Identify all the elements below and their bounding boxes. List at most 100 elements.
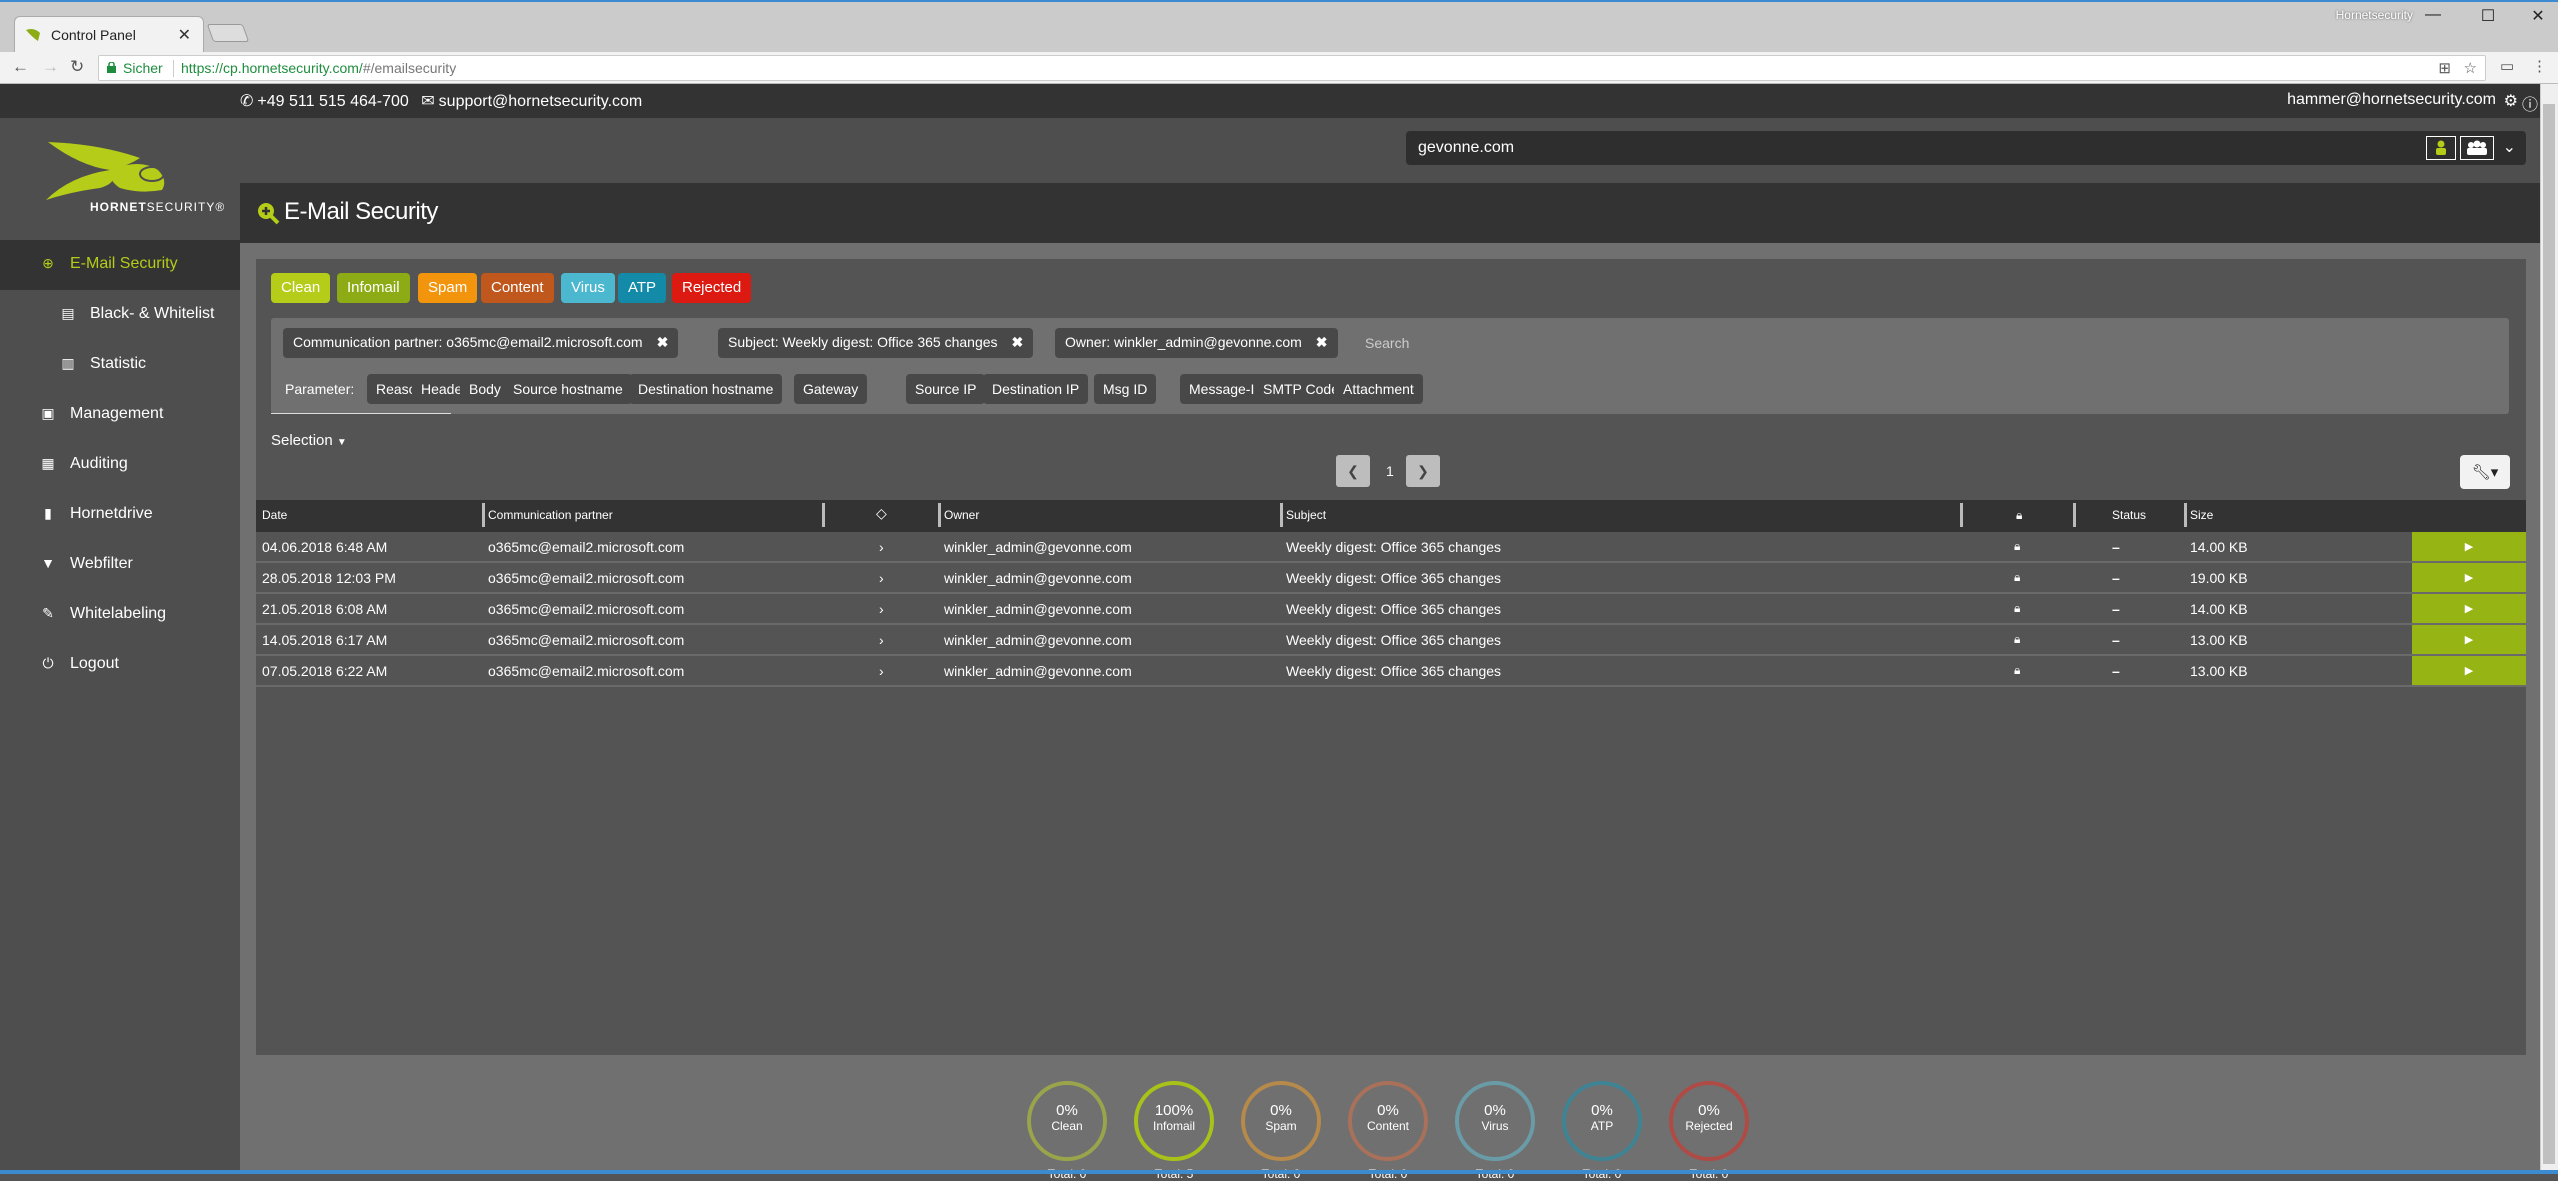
remove-chip-icon[interactable]: ✖ [1012, 334, 1024, 350]
open-message-button[interactable]: ▶ [2412, 594, 2526, 623]
selection-dropdown[interactable]: Selection ▼ [271, 432, 347, 449]
status-filter-spam[interactable]: Spam [418, 273, 478, 303]
stat-label: Infomail [1152, 1119, 1196, 1133]
forward-icon[interactable]: → [42, 57, 59, 77]
status-filter-clean[interactable]: Clean [271, 273, 331, 303]
status-filter-virus[interactable]: Virus [561, 273, 615, 303]
row-size: 13.00 KB [2190, 663, 2248, 679]
parameter-chip[interactable]: Body [460, 374, 510, 404]
reload-icon[interactable]: ↻ [70, 57, 84, 77]
logo-bold: HORNET [90, 200, 147, 214]
lock-column-icon[interactable]: 🔒︎ [2016, 508, 2022, 523]
table-row[interactable]: 14.05.2018 6:17 AM o365mc@email2.microsof… [256, 625, 2526, 656]
support-email[interactable]: support@hornetsecurity.com [439, 93, 643, 110]
address-toolbar: ← → ↻ Sicher https://cp.hornetsecurity.c… [0, 52, 2558, 84]
stat-ring: 0% Spam [1241, 1081, 1321, 1161]
open-message-button[interactable]: ▶ [2412, 625, 2526, 654]
parameter-chip[interactable]: Msg ID [1094, 374, 1157, 404]
column-resizer[interactable] [1280, 503, 1283, 527]
direction-sort-icon[interactable]: ◇ [876, 505, 887, 522]
column-resizer[interactable] [482, 503, 485, 527]
user-group-button[interactable] [2460, 136, 2494, 160]
row-partner: o365mc@email2.microsoft.com [488, 663, 685, 679]
stat-content: 0% Content Total: 0 [1348, 1081, 1428, 1181]
sidebar-item-hornetdrive[interactable]: ▮ Hornetdrive [0, 490, 240, 540]
remove-chip-icon[interactable]: ✖ [657, 334, 669, 350]
open-message-button[interactable]: ▶ [2412, 656, 2526, 685]
column-resizer[interactable] [2073, 503, 2076, 527]
sidebar-item-logout[interactable]: ⏻ Logout [0, 640, 240, 690]
sidebar-item-email-security[interactable]: ⊕ E-Mail Security [0, 240, 240, 290]
translate-icon[interactable]: ⊞ [2438, 59, 2451, 77]
sidebar-item-auditing[interactable]: ▦ Auditing [0, 440, 240, 490]
filter-box: Communication partner: o365mc@email2.mic… [271, 318, 2509, 414]
maximize-icon[interactable]: ☐ [2473, 6, 2503, 26]
open-message-button[interactable]: ▶ [2412, 563, 2526, 592]
chevron-down-icon[interactable]: ⌄ [2503, 137, 2516, 157]
back-icon[interactable]: ← [12, 57, 29, 77]
filter-chip-partner: Communication partner: o365mc@email2.mic… [283, 328, 679, 358]
stat-infomail: 100% Infomail Total: 5 [1134, 1081, 1214, 1181]
scrollbar-thumb[interactable] [2543, 104, 2555, 1164]
browser-tab[interactable]: Control Panel ✕ [14, 16, 204, 54]
column-size[interactable]: Size [2190, 508, 2213, 522]
filter-search-input[interactable] [1365, 328, 1765, 358]
status-filter-infomail[interactable]: Infomail [337, 273, 410, 303]
current-user[interactable]: hammer@hornetsecurity.com [2287, 91, 2496, 109]
table-row[interactable]: 28.05.2018 12:03 PM o365mc@email2.microso… [256, 563, 2526, 594]
next-page-button[interactable]: ❯ [1406, 455, 1440, 487]
column-resizer[interactable] [822, 503, 825, 527]
settings-cogs-icon[interactable]: ⚙ [2504, 91, 2518, 111]
single-user-button[interactable] [2426, 136, 2456, 160]
parameter-chip[interactable]: Gateway [794, 374, 868, 404]
status-filter-atp[interactable]: ATP [618, 273, 667, 303]
stat-percent: 100% [1154, 1102, 1194, 1119]
sidebar-item-webfilter[interactable]: ▼ Webfilter [0, 540, 240, 590]
column-partner[interactable]: Communication partner [488, 508, 613, 522]
column-subject[interactable]: Subject [1286, 508, 1326, 522]
table-row[interactable]: 04.06.2018 6:48 AM o365mc@email2.microsof… [256, 532, 2526, 563]
star-icon[interactable]: ☆ [2464, 59, 2477, 77]
sidebar-item-label: Management [70, 405, 164, 422]
column-resizer[interactable] [2184, 503, 2187, 527]
table-row[interactable]: 07.05.2018 6:22 AM o365mc@email2.microsof… [256, 656, 2526, 687]
tab-close-icon[interactable]: ✕ [178, 25, 191, 45]
sidebar-item-whitelabeling[interactable]: ✎ Whitelabeling [0, 590, 240, 640]
row-size: 14.00 KB [2190, 539, 2248, 555]
table-row[interactable]: 21.05.2018 6:08 AM o365mc@email2.microsof… [256, 594, 2526, 625]
window-profile-name: Hornetsecurity [2335, 8, 2413, 22]
column-resizer[interactable] [1960, 503, 1963, 527]
new-tab-button[interactable] [206, 24, 250, 42]
sidebar-item-black-whitelist[interactable]: ▤ Black- & Whitelist [0, 290, 240, 340]
menu-icon[interactable]: ⋮ [2532, 57, 2547, 75]
sidebar-item-management[interactable]: ▣ Management [0, 390, 240, 440]
status-filter-content[interactable]: Content [481, 273, 554, 303]
table-tools-button[interactable]: 🔧︎▾ [2460, 455, 2510, 489]
open-message-button[interactable]: ▶ [2412, 532, 2526, 561]
sidebar-item-statistic[interactable]: ▥ Statistic [0, 340, 240, 390]
parameter-chip[interactable]: Source IP [906, 374, 986, 404]
row-partner: o365mc@email2.microsoft.com [488, 601, 685, 617]
chip-label: Communication partner: o365mc@email2.mic… [293, 334, 643, 350]
column-owner[interactable]: Owner [944, 508, 979, 522]
prev-page-button[interactable]: ❮ [1336, 455, 1370, 487]
close-window-icon[interactable]: ✕ [2523, 6, 2553, 26]
users-icon [2467, 140, 2487, 155]
parameter-chip[interactable]: Attachment [1334, 374, 1423, 404]
parameter-chip[interactable]: Source hostname [504, 374, 632, 404]
parameter-chip[interactable]: Destination IP [983, 374, 1089, 404]
stat-percent: 0% [1377, 1102, 1399, 1119]
column-resizer[interactable] [938, 503, 941, 527]
minimize-icon[interactable]: — [2418, 6, 2448, 24]
column-date[interactable]: Date [262, 508, 287, 522]
info-icon[interactable]: ⓘ [2522, 91, 2538, 115]
status-filter-rejected[interactable]: Rejected [672, 273, 752, 303]
selection-label: Selection [271, 432, 333, 449]
domain-selector[interactable]: gevonne.com ⌄ [1406, 131, 2526, 165]
remove-chip-icon[interactable]: ✖ [1316, 334, 1328, 350]
column-status[interactable]: Status [2112, 508, 2146, 522]
parameter-chip[interactable]: Destination hostname [629, 374, 783, 404]
stat-rejected: 0% Rejected Total: 0 [1669, 1081, 1749, 1181]
cast-icon[interactable]: ▭ [2500, 57, 2514, 75]
address-bar[interactable]: Sicher https://cp.hornetsecurity.com/#/e… [98, 55, 2486, 81]
